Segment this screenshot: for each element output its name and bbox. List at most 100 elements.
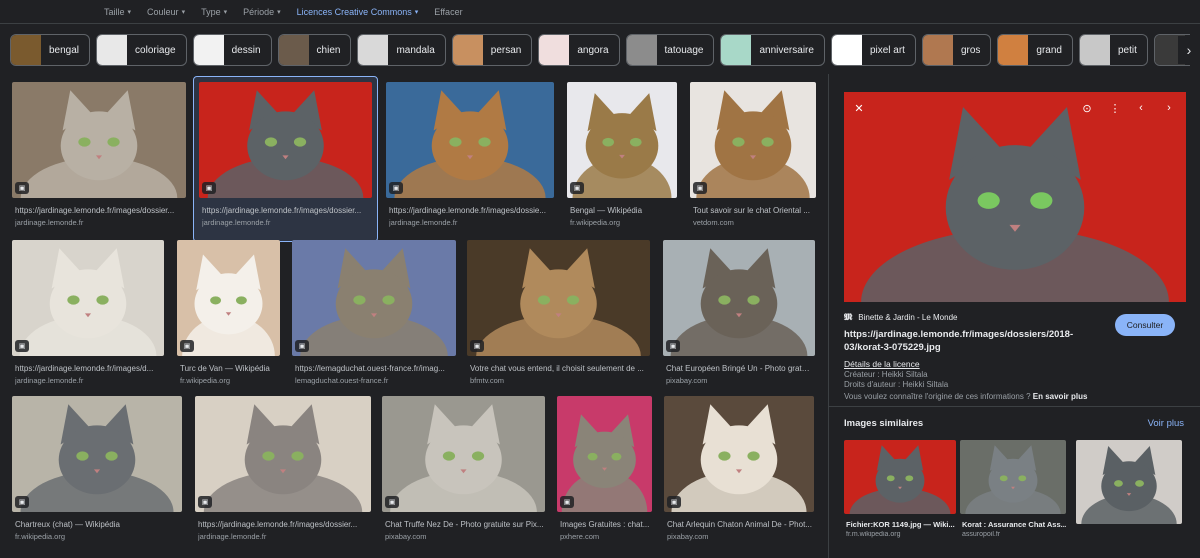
image-badge-icon: ▣ xyxy=(15,496,29,508)
chip-dessin[interactable]: dessin xyxy=(192,34,272,66)
chip-coloriage[interactable]: coloriage xyxy=(96,34,187,66)
image-result[interactable]: ▣ Chat Européen Bringé Un - Photo gratui… xyxy=(663,240,815,394)
chip-thumbnail xyxy=(922,35,953,65)
chip-thumbnail xyxy=(539,35,570,65)
result-source: pixabay.com xyxy=(666,376,708,385)
tool-label: Licences Creative Commons xyxy=(296,6,412,17)
chevron-right-icon: › xyxy=(1186,42,1192,58)
image-url-link[interactable]: https://jardinage.lemonde.fr/images/doss… xyxy=(844,328,1084,354)
chip-angora[interactable]: angora xyxy=(538,34,620,66)
result-image xyxy=(12,396,182,512)
more-options-icon[interactable]: ⋮ xyxy=(1107,100,1123,116)
result-source: fr.wikipedia.org xyxy=(570,218,621,227)
image-badge-icon: ▣ xyxy=(202,182,216,194)
chip-anniversaire[interactable]: anniversaire xyxy=(720,34,825,66)
chip-label: anniversaire xyxy=(759,44,814,56)
chip-thumbnail xyxy=(626,35,657,65)
source-row[interactable]: 𝕸 Binette & Jardin - Le Monde xyxy=(844,312,957,323)
chip-thumbnail xyxy=(998,35,1029,65)
result-title: Chat Arlequin Chaton Animal De - Phot... xyxy=(667,520,812,529)
source-name: Binette & Jardin - Le Monde xyxy=(858,313,958,322)
image-result[interactable]: ▣ https://jardinage.lemonde.fr/images/do… xyxy=(12,82,186,236)
tool-effacer[interactable]: Effacer xyxy=(434,7,462,17)
image-result[interactable]: ▣ Votre chat vous entend, il choisit seu… xyxy=(467,240,650,394)
chip-persan[interactable]: persan xyxy=(451,34,533,66)
similar-title: Korat : Assurance Chat Ass... xyxy=(962,520,1066,529)
chip-thumbnail xyxy=(831,35,862,65)
result-title: Chat Européen Bringé Un - Photo gratui..… xyxy=(666,364,814,373)
result-source: bfmtv.com xyxy=(470,376,505,385)
similar-source: assuropoil.fr xyxy=(962,531,1001,538)
image-result[interactable]: ▣ Images Gratuites : chat... pxhere.com xyxy=(557,396,652,550)
result-image xyxy=(12,240,164,356)
chip-label: mandala xyxy=(396,44,435,56)
image-badge-icon: ▣ xyxy=(570,182,584,194)
tool-période[interactable]: Période ▾ xyxy=(243,7,281,17)
result-title: Votre chat vous entend, il choisit seule… xyxy=(470,364,644,373)
caret-down-icon: ▾ xyxy=(181,8,186,16)
chip-mandala[interactable]: mandala xyxy=(357,34,446,66)
close-icon[interactable]: ✕ xyxy=(851,100,867,116)
result-source: jardinage.lemonde.fr xyxy=(15,218,84,227)
license-details-link[interactable]: Détails de la licence xyxy=(844,359,920,369)
image-result[interactable]: ▣ Chartreux (chat) — Wikipédia fr.wikipe… xyxy=(12,396,182,550)
tool-taille[interactable]: Taille ▾ xyxy=(104,7,131,17)
chip-pixel-art[interactable]: pixel art xyxy=(830,34,916,66)
similar-image[interactable] xyxy=(1076,440,1186,550)
tool-label: Taille xyxy=(104,6,125,17)
caret-down-icon: ▾ xyxy=(127,8,132,16)
chip-bengal[interactable]: bengal xyxy=(10,34,91,66)
see-more-link[interactable]: Voir plus xyxy=(1148,418,1184,429)
chips-next-button[interactable]: › xyxy=(1178,36,1200,64)
image-result[interactable]: ▣ https://jardinage.lemonde.fr/images/do… xyxy=(386,82,554,236)
result-image xyxy=(199,82,372,198)
result-title: https://jardinage.lemonde.fr/images/doss… xyxy=(198,520,358,529)
chip-gros[interactable]: gros xyxy=(921,34,992,66)
chip-label: angora xyxy=(577,44,609,56)
image-result[interactable]: ▣ https://jardinage.lemonde.fr/images/do… xyxy=(195,396,371,550)
lens-icon[interactable]: ⊙ xyxy=(1079,100,1095,116)
result-source: fr.wikipedia.org xyxy=(15,532,66,541)
related-search-chips: bengal coloriage dessin chien mandala persan a… xyxy=(10,34,1190,66)
image-result[interactable]: ▣ Tout savoir sur le chat Oriental ... v… xyxy=(690,82,816,236)
learn-more-link[interactable]: En savoir plus xyxy=(1033,392,1088,401)
tool-type[interactable]: Type ▾ xyxy=(201,7,227,17)
image-result[interactable]: ▣ Bengal — Wikipédia fr.wikipedia.org xyxy=(567,82,677,236)
similar-thumbnail xyxy=(1076,440,1182,524)
info-text: Vous voulez connaître l'origine de ces i… xyxy=(844,392,1087,401)
chip-tatouage[interactable]: tatouage xyxy=(625,34,715,66)
preview-image[interactable] xyxy=(844,92,1186,302)
caret-down-icon: ▾ xyxy=(223,8,228,16)
chip-grand[interactable]: grand xyxy=(997,34,1073,66)
tool-licences-creative-commons[interactable]: Licences Creative Commons ▾ xyxy=(297,7,419,17)
image-badge-icon: ▣ xyxy=(15,182,29,194)
tool-label: Couleur xyxy=(147,6,179,17)
chip-label: gros xyxy=(960,44,981,56)
image-badge-icon: ▣ xyxy=(693,182,707,194)
image-result[interactable]: ▣ Turc de Van — Wikipédia fr.wikipedia.o… xyxy=(177,240,280,394)
similar-image[interactable]: Korat : Assurance Chat Ass... assuropoil.… xyxy=(960,440,1070,550)
similar-source: fr.m.wikipedia.org xyxy=(846,531,901,538)
tool-couleur[interactable]: Couleur ▾ xyxy=(147,7,185,17)
image-result[interactable]: ▣ https://lemagduchat.ouest-france.fr/im… xyxy=(292,240,456,394)
previous-icon[interactable]: ‹ xyxy=(1133,100,1149,116)
result-title: Chartreux (chat) — Wikipédia xyxy=(15,520,120,529)
image-result[interactable]: ▣ https://jardinage.lemonde.fr/images/d.… xyxy=(12,240,164,394)
caret-down-icon: ▾ xyxy=(277,8,281,16)
visit-button[interactable]: Consulter xyxy=(1115,314,1175,336)
image-badge-icon: ▣ xyxy=(666,340,680,352)
similar-image[interactable]: Fichier:KOR 1149.jpg — Wiki... fr.m.wikip… xyxy=(844,440,960,550)
image-result[interactable]: ▣ Chat Arlequin Chaton Animal De - Phot.… xyxy=(664,396,814,550)
result-title: https://jardinage.lemonde.fr/images/d... xyxy=(15,364,154,373)
result-title: https://jardinage.lemonde.fr/images/doss… xyxy=(389,206,546,215)
image-result[interactable]: ▣ https://jardinage.lemonde.fr/images/do… xyxy=(193,76,378,242)
chip-chien[interactable]: chien xyxy=(277,34,352,66)
result-image xyxy=(195,396,371,512)
chip-petit[interactable]: petit xyxy=(1078,34,1148,66)
chip-thumbnail xyxy=(452,35,483,65)
next-icon[interactable]: › xyxy=(1161,100,1177,116)
result-title: https://lemagduchat.ouest-france.fr/imag… xyxy=(295,364,445,373)
result-image xyxy=(12,82,186,198)
result-source: fr.wikipedia.org xyxy=(180,376,231,385)
image-result[interactable]: ▣ Chat Truffe Nez De - Photo gratuite su… xyxy=(382,396,545,550)
